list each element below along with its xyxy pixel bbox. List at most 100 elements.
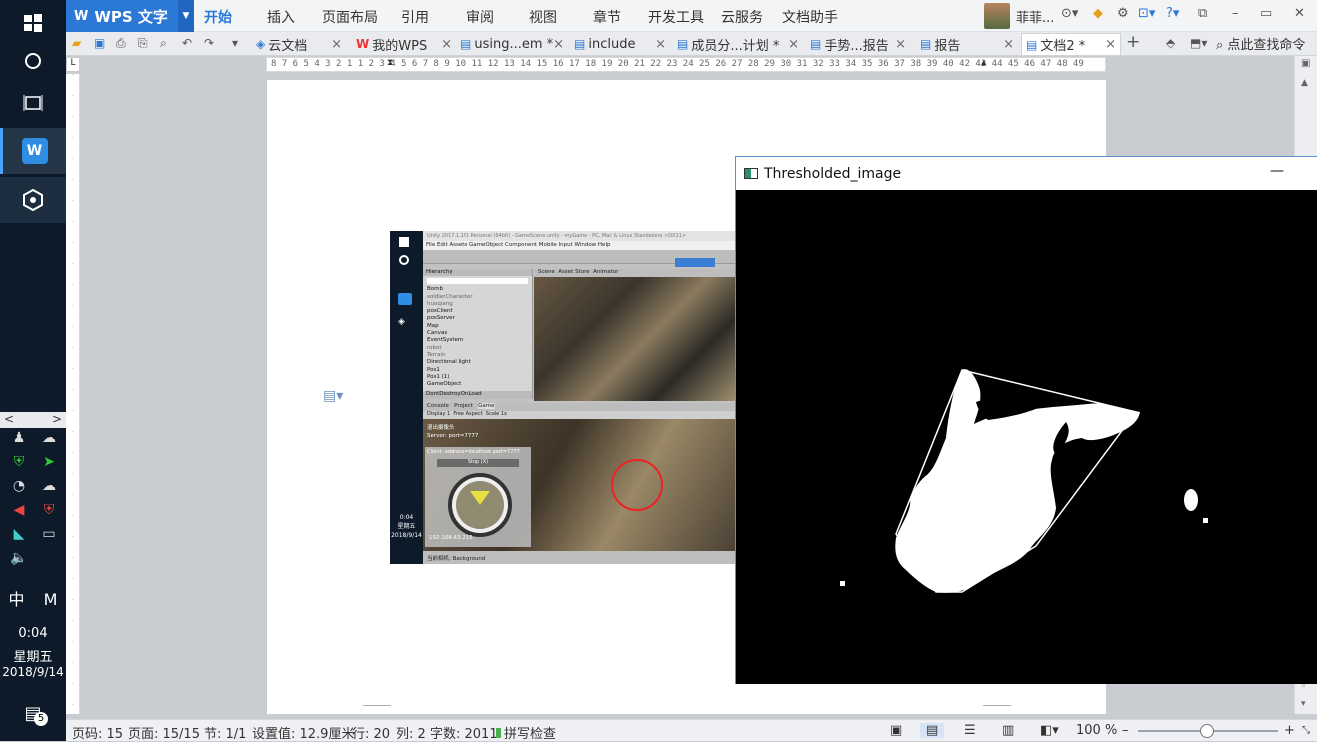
ime-indicator[interactable]: 中 M [0, 586, 66, 610]
thresholded-image-window[interactable]: Thresholded_image — [735, 156, 1317, 684]
status-pages[interactable]: 页面: 15/15 [128, 723, 200, 742]
new-tab-button[interactable]: + [1126, 32, 1140, 52]
taskbar-wps-app[interactable]: W [0, 128, 66, 174]
security-alert-icon[interactable]: ⛨ [36, 502, 62, 518]
redo-icon[interactable]: ↷ [204, 36, 214, 50]
menu-start[interactable]: 开始 [204, 7, 232, 27]
right-indent-icon[interactable]: ▲ [981, 58, 986, 68]
vertical-ruler[interactable] [66, 74, 80, 714]
chevron-right-icon[interactable]: > [52, 412, 62, 426]
tab-my-wps[interactable]: W 我的WPS × [356, 33, 456, 55]
close-tab-icon[interactable]: × [441, 37, 452, 52]
shield-tray-icon[interactable]: ⛨ [6, 454, 32, 470]
print-preview-icon[interactable]: ⌕ [160, 36, 167, 51]
taskbar-unity-app[interactable] [0, 177, 66, 223]
status-section[interactable]: 节: 1/1 [204, 723, 246, 742]
zoom-out-button[interactable]: – [1122, 723, 1129, 738]
undo-icon[interactable]: ↶ [182, 36, 192, 50]
settings-icon[interactable]: ⚙ [1117, 6, 1129, 21]
fit-window-icon[interactable]: ⤡ [1302, 725, 1310, 736]
close-tab-icon[interactable]: × [553, 37, 564, 52]
zoom-level[interactable]: 100 % [1076, 723, 1117, 738]
tab-document2[interactable]: ▤ 文档2 * × [1021, 33, 1121, 55]
thresholded-minimize-button[interactable]: — [1270, 163, 1284, 179]
chevron-left-icon[interactable]: < [4, 412, 14, 426]
web-view-icon[interactable]: ▥ [1002, 723, 1014, 738]
action-center-button[interactable]: ▤ 5 [0, 690, 66, 736]
zoom-slider-thumb[interactable] [1200, 724, 1214, 738]
network-tray-icon[interactable]: ◣ [6, 526, 32, 542]
share-icon[interactable]: ⊡▾ [1138, 6, 1155, 21]
status-col[interactable]: 列: 2 [396, 723, 426, 742]
command-search[interactable]: ⌕ 点此查找命令 [1216, 34, 1305, 53]
print-icon[interactable]: ⎘ [138, 36, 148, 51]
help-icon[interactable]: ?▾ [1166, 6, 1179, 21]
tab-using-em[interactable]: ▤ using...em * × [460, 33, 568, 55]
status-setting[interactable]: 设置值: 12.9厘米 [252, 723, 354, 742]
wifi-icon[interactable]: ◔ [6, 478, 32, 494]
menu-references[interactable]: 引用 [401, 7, 429, 27]
avatar[interactable] [984, 3, 1010, 29]
panel-toggle-icon[interactable]: ▣ [1301, 58, 1310, 69]
scroll-up-icon[interactable]: ▲ [1301, 78, 1308, 88]
menu-view[interactable]: 视图 [529, 7, 557, 27]
status-row[interactable]: 行: 20 [352, 723, 390, 742]
tray-expander[interactable]: < > [0, 412, 66, 428]
fullscreen-view-icon[interactable]: ▣ [890, 723, 902, 738]
minimize-button[interactable]: – [1232, 6, 1239, 21]
ruler-corner[interactable]: L [66, 57, 80, 72]
open-folder-icon[interactable]: ▰ [72, 36, 81, 50]
status-page-code[interactable]: 页码: 15 [72, 723, 123, 742]
indent-marker-icon[interactable]: ⧗ [387, 58, 393, 68]
menu-page-layout[interactable]: 页面布局 [322, 7, 378, 27]
menu-dev-tools[interactable]: 开发工具 [648, 7, 704, 27]
skin-icon[interactable]: ◆ [1093, 6, 1103, 21]
spell-check-toggle[interactable]: 拼写检查 [496, 723, 556, 742]
tab-gesture-report[interactable]: ▤ 手势...报告 × [810, 33, 910, 55]
volume-icon[interactable]: 🔈 [6, 550, 32, 566]
task-view-button[interactable] [0, 80, 66, 126]
tab-member-plan[interactable]: ▤ 成员分...计划 * × [677, 33, 803, 55]
outline-view-icon[interactable]: ☰ [964, 723, 976, 738]
zoom-in-button[interactable]: + [1284, 723, 1295, 738]
battery-icon[interactable]: ▭ [36, 526, 62, 542]
save-icon[interactable]: ▣ [94, 36, 105, 50]
thresholded-window-titlebar[interactable]: Thresholded_image — [736, 157, 1317, 190]
menu-chapter[interactable]: 章节 [593, 7, 621, 27]
quick-access-dropdown[interactable]: ▾ [232, 36, 238, 50]
app-menu-dropdown[interactable]: ▼ [178, 0, 194, 32]
embedded-unity-screenshot[interactable]: ◈ 0:04 星期五 2018/9/14 Unity 2017.1.1f1 Pe… [390, 231, 736, 564]
close-tab-icon[interactable]: × [788, 37, 799, 52]
tab-report[interactable]: ▤ 报告 × [920, 33, 1018, 55]
cortana-button[interactable] [0, 38, 66, 84]
status-word-count[interactable]: 字数: 2011 [430, 723, 498, 742]
close-button[interactable]: ✕ [1294, 6, 1305, 21]
restore-layout-icon[interactable]: ⧉ [1198, 6, 1207, 21]
zoom-slider[interactable] [1138, 724, 1278, 738]
tab-list-icon[interactable]: ⬒▾ [1190, 36, 1207, 50]
close-tab-icon[interactable]: × [895, 37, 906, 52]
close-tab-icon[interactable]: × [1105, 37, 1116, 52]
cloud-tray-icon[interactable]: ☁ [36, 430, 62, 446]
next-page-icon[interactable]: ▾ [1301, 699, 1306, 709]
tab-cloud-docs[interactable]: ◈ 云文档 × [256, 33, 346, 55]
tab-include[interactable]: ▤ include × [574, 33, 670, 55]
close-tab-icon[interactable]: × [1003, 37, 1014, 52]
clock-time[interactable]: 0:04 [0, 626, 66, 641]
page-view-icon[interactable]: ▤ [920, 723, 945, 738]
menu-insert[interactable]: 插入 [267, 7, 295, 27]
cursor-tray-icon[interactable]: ➤ [36, 454, 62, 470]
horizontal-ruler[interactable]: 8 7 6 5 4 3 2 1 1 2 3 4 5 6 7 8 9 10 11 … [266, 57, 1106, 72]
menu-doc-assistant[interactable]: 文档助手 [782, 7, 838, 27]
close-tab-icon[interactable]: × [331, 37, 342, 52]
app-tray-icon[interactable]: ♟ [6, 430, 32, 446]
menu-review[interactable]: 审阅 [466, 7, 494, 27]
paste-options-icon[interactable]: ▤▾ [323, 388, 343, 404]
reading-mode-icon[interactable]: ◧▾ [1040, 723, 1059, 738]
speaker-red-icon[interactable]: ◀ [6, 502, 32, 518]
export-pdf-icon[interactable]: ⎙ [116, 36, 126, 51]
close-tab-icon[interactable]: × [655, 37, 666, 52]
user-name[interactable]: 菲菲... [1016, 7, 1054, 26]
onedrive-icon[interactable]: ☁ [36, 478, 62, 494]
wps-app-menu-button[interactable]: W WPS 文字 [66, 0, 178, 32]
